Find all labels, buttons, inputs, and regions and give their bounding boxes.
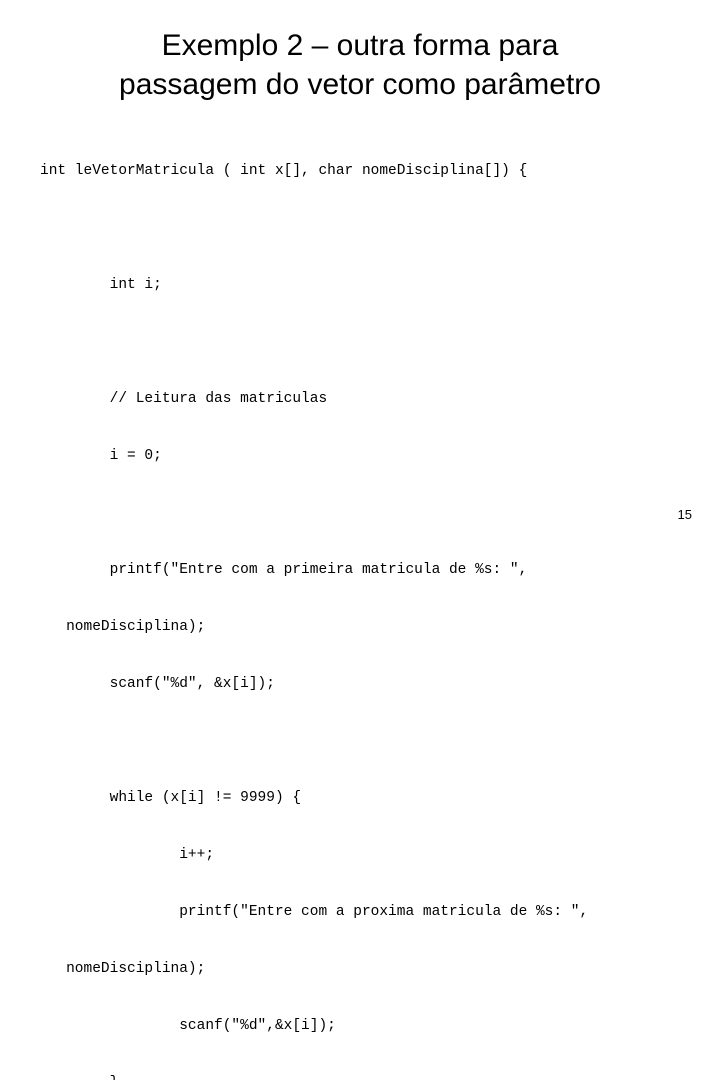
code-line: int i; — [40, 277, 162, 293]
title-line-2: passagem do vetor como parâmetro — [119, 68, 601, 101]
code-line: printf("Entre com a primeira matricula d… — [40, 562, 528, 578]
code-line: i = 0; — [40, 448, 162, 464]
code-block: int leVetorMatricula ( int x[], char nom… — [40, 124, 700, 1080]
page-number: 15 — [677, 507, 692, 522]
code-line: scanf("%d",&x[i]); — [40, 1018, 336, 1034]
title-line-1: Exemplo 2 – outra forma para — [161, 29, 559, 62]
code-line: scanf("%d", &x[i]); — [40, 676, 275, 692]
code-line: i++; — [40, 847, 215, 863]
code-line: // Leitura das matriculas — [40, 391, 328, 407]
code-line: int leVetorMatricula ( int x[], char nom… — [40, 163, 528, 179]
code-line: } — [40, 1074, 700, 1080]
code-line: printf("Entre com a proxima matricula de… — [40, 904, 589, 920]
slide: Exemplo 2 – outra forma para passagem do… — [0, 0, 720, 1080]
code-line: nomeDisciplina); — [40, 619, 206, 635]
code-line: nomeDisciplina); — [40, 961, 206, 977]
code-line: while (x[i] != 9999) { — [40, 790, 302, 806]
page-title: Exemplo 2 – outra forma para passagem do… — [36, 26, 684, 104]
